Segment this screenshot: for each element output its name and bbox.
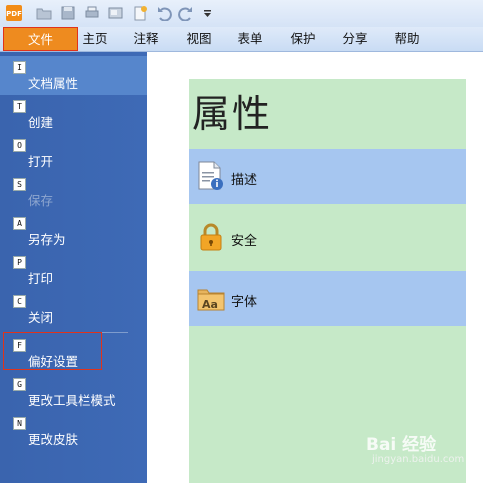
property-label: 字体 [231, 295, 258, 310]
lock-icon [200, 223, 222, 251]
undo-icon[interactable] [156, 5, 172, 21]
page-title: 属性 [192, 92, 273, 136]
ribbon-tabs: 文件 主页 注释 视图 表单 保护 分享 帮助 [0, 27, 483, 52]
shortcut-key: A [13, 217, 26, 230]
menu-item-label: 文档属性 [28, 76, 79, 91]
quick-access-toolbar: PDF [0, 0, 483, 28]
tab-help[interactable]: 帮助 [389, 27, 425, 51]
open-folder-icon[interactable] [36, 5, 52, 21]
menu-item-label: 偏好设置 [28, 354, 79, 369]
tab-home[interactable]: 主页 [78, 27, 112, 51]
menu-item-skin[interactable]: N 更改皮肤 [0, 412, 147, 451]
menu-item-open[interactable]: O 打开 [0, 134, 147, 173]
menu-item-close[interactable]: C 关闭 [0, 290, 147, 329]
panel-border [466, 79, 469, 483]
menu-item-save[interactable]: S 保存 [0, 173, 147, 212]
menu-item-label: 更改工具栏模式 [28, 393, 116, 408]
font-folder-icon: Aa [197, 289, 225, 311]
menu-item-label: 保存 [28, 193, 54, 208]
menu-item-toolbar-mode[interactable]: G 更改工具栏模式 [0, 373, 147, 412]
menu-item-create[interactable]: T 创建 [0, 95, 147, 134]
tab-file[interactable]: 文件 [3, 27, 78, 51]
menu-item-document-properties[interactable]: I 文档属性 [0, 56, 147, 95]
property-security[interactable]: 安全 [189, 210, 469, 265]
menu-item-preferences[interactable]: F 偏好设置 [0, 334, 147, 373]
watermark-subtext: jingyan.baidu.com [372, 454, 465, 465]
print-preview-icon[interactable] [108, 5, 124, 21]
shortcut-key: I [13, 61, 26, 74]
menu-item-label: 另存为 [28, 232, 66, 247]
shortcut-key: T [13, 100, 26, 113]
shortcut-key: C [13, 295, 26, 308]
tab-view[interactable]: 视图 [181, 27, 217, 51]
property-label: 描述 [231, 173, 258, 188]
customize-dropdown-icon[interactable] [200, 5, 216, 21]
shortcut-key: F [13, 339, 26, 352]
menu-item-print[interactable]: P 打印 [0, 251, 147, 290]
menu-item-label: 关闭 [28, 310, 54, 325]
svg-text:Aa: Aa [202, 298, 218, 311]
redo-icon[interactable] [178, 5, 194, 21]
print-icon[interactable] [84, 5, 100, 21]
shortcut-key: O [13, 139, 26, 152]
menu-item-save-as[interactable]: A 另存为 [0, 212, 147, 251]
save-icon[interactable] [60, 5, 76, 21]
tab-protect[interactable]: 保护 [285, 27, 321, 51]
shortcut-key: S [13, 178, 26, 191]
tab-share[interactable]: 分享 [337, 27, 373, 51]
menu-item-label: 更改皮肤 [28, 432, 79, 447]
property-fonts[interactable]: Aa 字体 [189, 271, 469, 326]
properties-panel: 属性 描述 安全 Aa 字体 [189, 79, 469, 483]
tab-form[interactable]: 表单 [232, 27, 268, 51]
tab-annotate[interactable]: 注释 [128, 27, 164, 51]
app-logo-icon[interactable]: PDF [6, 5, 22, 21]
file-menu: I 文档属性 T 创建 O 打开 S 保存 A 另存为 P 打印 C 关闭 F … [0, 52, 147, 483]
property-description[interactable]: 描述 [189, 149, 469, 204]
property-label: 安全 [231, 234, 258, 249]
shortcut-key: N [13, 417, 26, 430]
menu-item-label: 打开 [28, 154, 54, 169]
watermark: Bai 经验 jingyan.baidu.com [366, 430, 476, 470]
new-document-icon[interactable] [132, 5, 148, 21]
menu-item-label: 打印 [28, 271, 54, 286]
shortcut-key: P [13, 256, 26, 269]
shortcut-key: G [13, 378, 26, 391]
watermark-text: Bai 经验 [366, 435, 437, 455]
menu-item-label: 创建 [28, 115, 54, 130]
document-info-icon [198, 161, 223, 190]
